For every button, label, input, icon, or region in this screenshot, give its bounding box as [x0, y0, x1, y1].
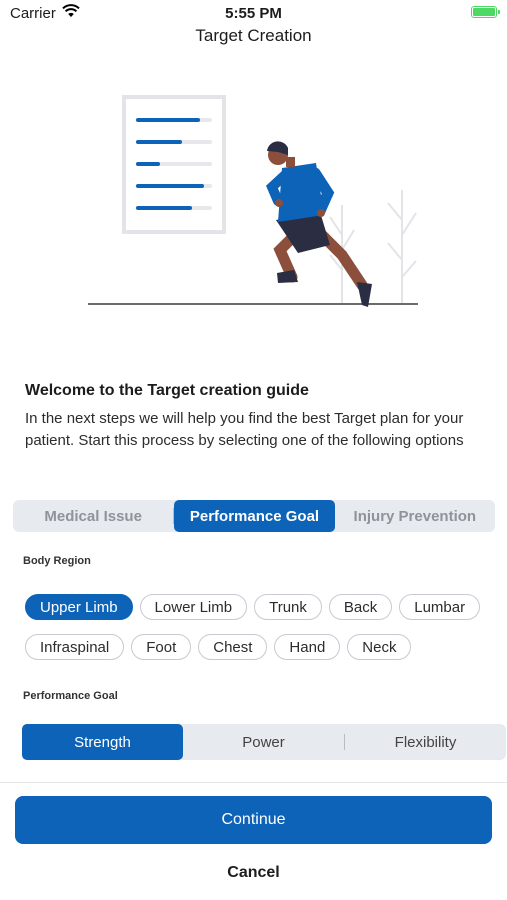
body-region-chips-row-1: Upper Limb Lower Limb Trunk Back Lumbar [25, 594, 505, 620]
performance-goal-segmented-control[interactable]: Strength Power Flexibility [22, 724, 506, 760]
performance-goal-label: Performance Goal [23, 690, 118, 702]
segment-injury-prevention[interactable]: Injury Prevention [335, 500, 495, 532]
chip-trunk[interactable]: Trunk [254, 594, 322, 620]
chip-infraspinal[interactable]: Infraspinal [25, 634, 125, 660]
segment-strength[interactable]: Strength [22, 724, 183, 760]
battery-icon [471, 6, 500, 18]
clock: 5:55 PM [225, 5, 282, 22]
footer-divider [0, 782, 507, 783]
welcome-text: In the next steps we will help you find … [25, 410, 464, 449]
chip-neck[interactable]: Neck [347, 634, 412, 660]
chip-back[interactable]: Back [328, 594, 393, 620]
continue-button[interactable]: Continue [15, 796, 492, 844]
segment-medical-issue[interactable]: Medical Issue [13, 500, 173, 532]
status-bar: Carrier 5:55 PM [0, 0, 507, 26]
segment-power[interactable]: Power [183, 724, 344, 760]
body-region-label: Body Region [23, 555, 91, 567]
chip-chest[interactable]: Chest [198, 634, 268, 660]
chip-upper-limb[interactable]: Upper Limb [25, 594, 133, 620]
chip-lower-limb[interactable]: Lower Limb [139, 594, 248, 620]
chip-hand[interactable]: Hand [274, 634, 341, 660]
segment-flexibility[interactable]: Flexibility [345, 724, 506, 760]
segment-performance-goal[interactable]: Performance Goal [174, 500, 335, 532]
welcome-title: Welcome to the Target creation guide [25, 382, 309, 399]
chip-lumbar[interactable]: Lumbar [399, 594, 481, 620]
chip-foot[interactable]: Foot [131, 634, 192, 660]
cancel-button[interactable]: Cancel [0, 864, 507, 882]
body-region-chips-row-2: Infraspinal Foot Chest Hand Neck [25, 634, 505, 660]
page-title: Target Creation [195, 26, 312, 45]
runner-illustration [80, 85, 430, 320]
target-type-segmented-control[interactable]: Medical Issue Performance Goal Injury Pr… [13, 500, 495, 532]
